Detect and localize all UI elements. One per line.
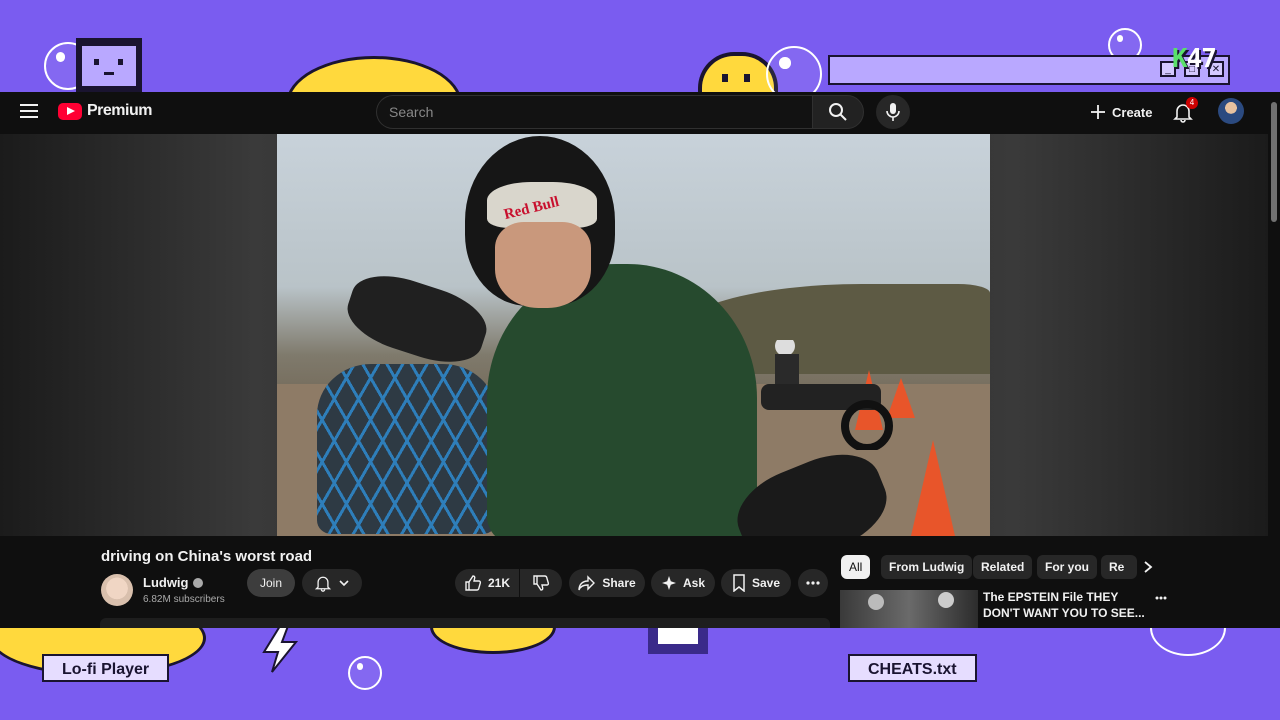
chip-all[interactable]: All bbox=[841, 555, 871, 579]
video-player[interactable]: Red Bull bbox=[277, 134, 990, 536]
chip-recently-uploaded[interactable]: Re bbox=[1101, 555, 1137, 579]
more-vert-icon[interactable] bbox=[1154, 591, 1168, 605]
ask-button[interactable]: Ask bbox=[651, 569, 715, 597]
cargo-net bbox=[317, 364, 497, 534]
voice-search-button[interactable] bbox=[876, 95, 910, 129]
video-title: driving on China's worst road bbox=[101, 548, 313, 565]
pixel-box-decoration bbox=[648, 626, 708, 654]
motorcycle-rider bbox=[761, 340, 893, 450]
chip-from-ludwig[interactable]: From Ludwig bbox=[881, 555, 973, 579]
sparkle-icon bbox=[661, 576, 676, 590]
cheats-file-label[interactable]: CHEATS.txt bbox=[848, 654, 977, 682]
brand-label: Premium bbox=[87, 102, 152, 119]
notification-badge: 4 bbox=[1186, 97, 1198, 109]
channel-avatar[interactable] bbox=[101, 574, 133, 606]
lofi-player-label[interactable]: Lo-fi Player bbox=[42, 654, 170, 682]
dislike-button[interactable] bbox=[520, 569, 562, 597]
more-actions-button[interactable] bbox=[798, 569, 828, 597]
recommended-title[interactable]: The EPSTEIN File THEY DON'T WANT YOU TO … bbox=[983, 589, 1153, 621]
k47-logo: K47 bbox=[1172, 44, 1217, 74]
youtube-logo[interactable]: Premium bbox=[58, 102, 152, 120]
youtube-window: Premium Create 4 bbox=[0, 92, 1280, 628]
share-button[interactable]: Share bbox=[569, 569, 645, 597]
chevron-down-icon bbox=[339, 580, 349, 587]
channel-name[interactable]: Ludwig bbox=[143, 575, 203, 590]
helmet-logo-text: Red Bull bbox=[502, 194, 561, 224]
like-button[interactable]: 21K bbox=[455, 569, 519, 597]
traffic-cone bbox=[911, 440, 955, 536]
create-label: Create bbox=[1112, 104, 1153, 120]
chip-for-you[interactable]: For you bbox=[1037, 555, 1097, 579]
subscribe-bell-button[interactable] bbox=[302, 569, 362, 597]
tv-mascot-decoration bbox=[76, 38, 142, 94]
lightning-icon bbox=[262, 625, 299, 673]
verified-icon bbox=[192, 578, 203, 588]
join-button[interactable]: Join bbox=[247, 569, 295, 597]
menu-icon[interactable] bbox=[20, 104, 38, 118]
bell-outline-icon bbox=[314, 576, 332, 592]
account-avatar[interactable] bbox=[1218, 98, 1244, 124]
subscriber-count: 6.82M subscribers bbox=[143, 594, 225, 605]
like-icon bbox=[465, 575, 482, 591]
youtube-logo-icon bbox=[58, 102, 82, 120]
search-input[interactable] bbox=[376, 95, 812, 129]
rider-left-glove bbox=[339, 264, 495, 374]
scrollbar-thumb[interactable] bbox=[1271, 102, 1277, 222]
video-info-panel: driving on China's worst road Ludwig 6.8… bbox=[0, 536, 1268, 628]
save-button[interactable]: Save bbox=[721, 569, 791, 597]
recommended-thumbnail[interactable] bbox=[840, 590, 978, 628]
chevron-right-icon[interactable] bbox=[1142, 560, 1154, 574]
more-icon bbox=[806, 581, 820, 585]
create-button[interactable]: Create bbox=[1082, 96, 1160, 128]
chip-related[interactable]: Related bbox=[973, 555, 1033, 579]
notifications-button[interactable]: 4 bbox=[1172, 97, 1198, 125]
masthead: Premium Create 4 bbox=[0, 92, 1268, 134]
save-icon bbox=[733, 574, 745, 592]
rider-face bbox=[495, 222, 591, 308]
plus-icon bbox=[1091, 105, 1105, 119]
page-scrollbar[interactable] bbox=[1268, 92, 1280, 628]
search-icon bbox=[829, 103, 847, 121]
description-box-edge bbox=[100, 618, 830, 628]
bubble-decoration bbox=[348, 656, 382, 690]
mic-icon bbox=[886, 103, 900, 121]
share-icon bbox=[578, 575, 596, 591]
search-button[interactable] bbox=[812, 95, 864, 129]
thumb-figure bbox=[868, 594, 884, 610]
dislike-icon bbox=[533, 575, 550, 591]
thumb-figure bbox=[938, 592, 954, 608]
